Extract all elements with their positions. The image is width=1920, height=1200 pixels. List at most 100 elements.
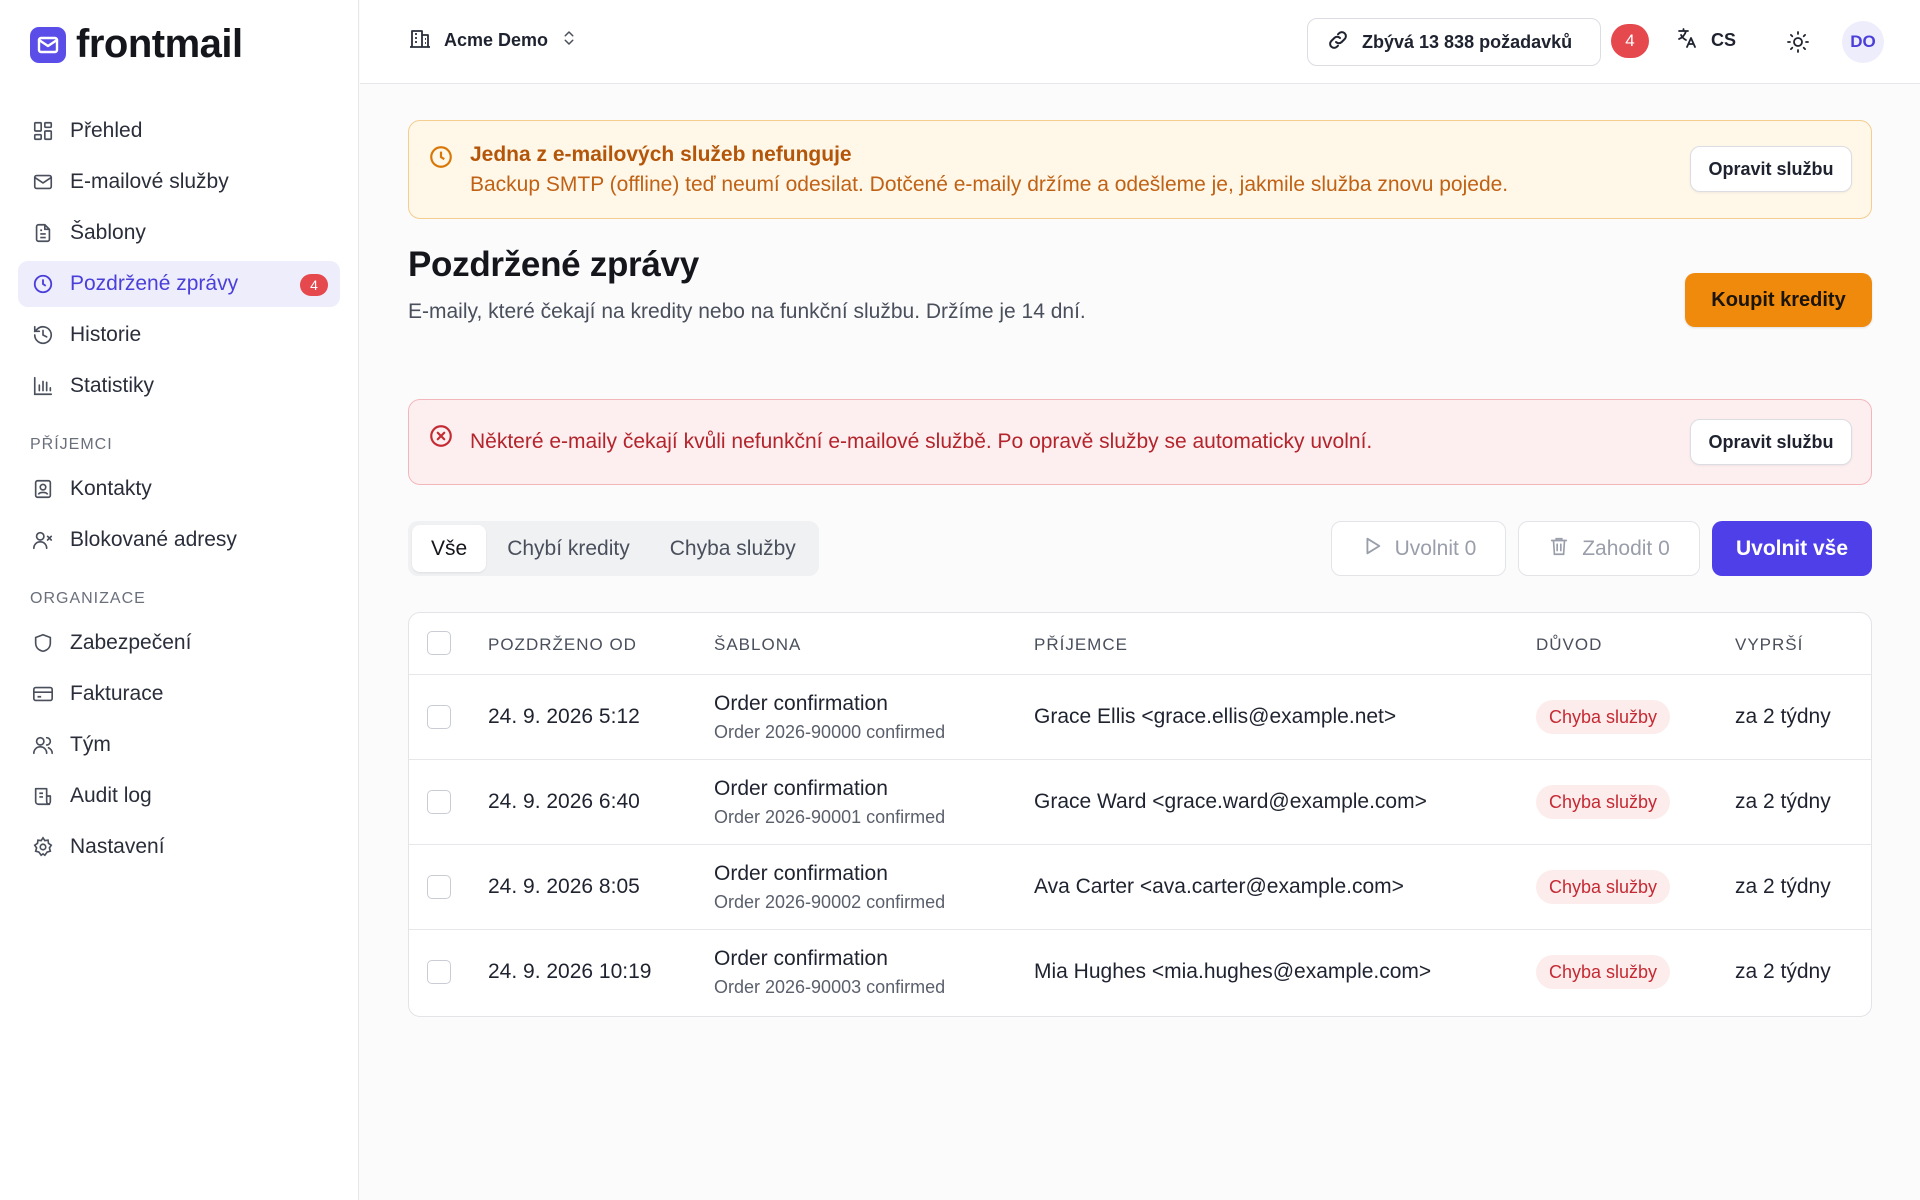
tab-missing-credits[interactable]: Chybí kredity: [488, 525, 649, 572]
link-icon: [1326, 28, 1350, 57]
sidebar-item-label: Kontakty: [70, 477, 152, 500]
table-header: POZDRŽENO OD ŠABLONA PŘÍJEMCE DŮVOD VYPR…: [409, 613, 1871, 675]
language-switcher[interactable]: CS: [1675, 26, 1736, 55]
fix-service-button-secondary[interactable]: Opravit službu: [1690, 419, 1852, 465]
bar-chart-icon: [30, 373, 56, 399]
recipient-cell: Ava Carter <ava.carter@example.com>: [1034, 875, 1404, 898]
organization-name: Acme Demo: [444, 30, 549, 50]
translate-icon: [1675, 26, 1699, 55]
held-messages-table: POZDRŽENO OD ŠABLONA PŘÍJEMCE DŮVOD VYPR…: [408, 612, 1872, 1017]
select-all-checkbox[interactable]: [427, 631, 451, 655]
sidebar-item-team[interactable]: Tým: [18, 722, 340, 768]
sidebar-item-label: Statistiky: [70, 374, 155, 397]
organization-switcher[interactable]: Acme Demo: [408, 26, 578, 55]
history-icon: [30, 322, 56, 348]
held-count-badge: 4: [300, 274, 328, 296]
table-row[interactable]: 24. 9. 2026 5:12 Order confirmation Orde…: [409, 675, 1871, 760]
held-since-cell: 24. 9. 2026 10:19: [488, 960, 652, 983]
logo-mail-icon: [30, 26, 66, 63]
service-warning-banner: Jedna z e-mailových služeb nefunguje Bac…: [408, 120, 1872, 219]
table-row[interactable]: 24. 9. 2026 6:40 Order confirmation Orde…: [409, 760, 1871, 845]
reason-badge: Chyba služby: [1536, 700, 1671, 734]
row-checkbox[interactable]: [427, 705, 451, 729]
filter-tabs: Vše Chybí kredity Chyba služby: [408, 521, 819, 576]
service-error-banner: Některé e-maily čekají kvůli nefunkční e…: [408, 399, 1872, 485]
table-row[interactable]: 24. 9. 2026 8:05 Order confirmation Orde…: [409, 845, 1871, 930]
user-avatar[interactable]: DO: [1842, 21, 1884, 63]
reason-badge: Chyba služby: [1536, 785, 1671, 819]
sidebar-item-label: Přehled: [70, 119, 143, 142]
release-selected-button[interactable]: Uvolnit 0: [1331, 521, 1506, 576]
warning-title: Jedna z e-mailových služeb nefunguje: [470, 143, 852, 166]
quota-label: Zbývá 13 838 požadavků: [1362, 31, 1573, 52]
template-name: Order confirmation: [714, 777, 888, 800]
recipient-cell: Mia Hughes <mia.hughes@example.com>: [1034, 960, 1432, 983]
sidebar-item-billing[interactable]: Fakturace: [18, 671, 340, 717]
sidebar-item-overview[interactable]: Přehled: [18, 108, 340, 154]
sidebar-item-contacts[interactable]: Kontakty: [18, 466, 340, 512]
column-recipient[interactable]: PŘÍJEMCE: [1034, 635, 1128, 655]
theme-toggle-sun-icon[interactable]: [1782, 26, 1814, 58]
error-circle-x-icon: [428, 423, 454, 454]
recipient-cell: Grace Ward <grace.ward@example.com>: [1034, 790, 1427, 813]
discard-label: Zahodit 0: [1582, 536, 1670, 560]
language-code: CS: [1711, 30, 1737, 50]
release-label: Uvolnit 0: [1394, 536, 1477, 560]
contact-icon: [30, 476, 56, 502]
grid-icon: [30, 118, 56, 144]
logo[interactable]: frontmail: [30, 22, 243, 67]
sidebar-item-history[interactable]: Historie: [18, 312, 340, 358]
sidebar-item-label: Blokované adresy: [70, 528, 237, 551]
user-block-icon: [30, 527, 56, 553]
building-icon: [408, 26, 432, 55]
expires-cell: za 2 týdny: [1735, 960, 1831, 983]
release-all-button[interactable]: Uvolnit vše: [1712, 521, 1872, 576]
sidebar-item-statistics[interactable]: Statistiky: [18, 363, 340, 409]
recipient-cell: Grace Ellis <grace.ellis@example.net>: [1034, 705, 1397, 728]
logo-text: frontmail: [76, 22, 243, 66]
document-icon: [30, 220, 56, 246]
discard-selected-button[interactable]: Zahodit 0: [1518, 521, 1700, 576]
sidebar-item-blocked-addresses[interactable]: Blokované adresy: [18, 517, 340, 563]
fix-service-button[interactable]: Opravit službu: [1690, 146, 1852, 192]
column-held-since[interactable]: POZDRŽENO OD: [488, 635, 637, 655]
gear-icon: [30, 834, 56, 860]
sidebar-item-email-services[interactable]: E-mailové služby: [18, 159, 340, 205]
row-checkbox[interactable]: [427, 875, 451, 899]
topbar: Acme Demo Zbývá 13 838 požadavků 4 CS DO: [360, 0, 1920, 84]
column-template[interactable]: ŠABLONA: [714, 635, 801, 655]
notification-badge[interactable]: 4: [1611, 24, 1649, 58]
buy-credits-button[interactable]: Koupit kredity: [1685, 273, 1872, 327]
clock-icon: [30, 271, 56, 297]
sidebar: frontmail Přehled E-mailové služby Šablo…: [0, 0, 359, 1200]
sidebar-item-label: Historie: [70, 323, 142, 346]
template-subject: Order 2026-90000 confirmed: [714, 722, 946, 742]
row-checkbox[interactable]: [427, 790, 451, 814]
sidebar-item-label: E-mailové služby: [70, 170, 229, 193]
template-name: Order confirmation: [714, 862, 888, 885]
column-reason[interactable]: DŮVOD: [1536, 635, 1602, 655]
team-icon: [30, 732, 56, 758]
sidebar-item-templates[interactable]: Šablony: [18, 210, 340, 256]
page-title: Pozdržené zprávy: [408, 245, 699, 284]
sidebar-item-held-messages[interactable]: Pozdržené zprávy 4: [18, 261, 340, 307]
sidebar-item-label: Fakturace: [70, 682, 164, 705]
sidebar-item-audit-log[interactable]: Audit log: [18, 773, 340, 819]
column-expires[interactable]: VYPRŠÍ: [1735, 635, 1803, 655]
reason-badge: Chyba služby: [1536, 955, 1671, 989]
template-subject: Order 2026-90001 confirmed: [714, 807, 946, 827]
held-since-cell: 24. 9. 2026 8:05: [488, 875, 640, 898]
held-since-cell: 24. 9. 2026 6:40: [488, 790, 640, 813]
sidebar-item-label: Tým: [70, 733, 111, 756]
reason-badge: Chyba služby: [1536, 870, 1671, 904]
template-name: Order confirmation: [714, 947, 888, 970]
tab-all[interactable]: Vše: [412, 525, 487, 572]
row-checkbox[interactable]: [427, 960, 451, 984]
tab-service-error[interactable]: Chyba služby: [651, 525, 815, 572]
expires-cell: za 2 týdny: [1735, 705, 1831, 728]
sidebar-item-security[interactable]: Zabezpečení: [18, 620, 340, 666]
quota-button[interactable]: Zbývá 13 838 požadavků: [1307, 18, 1601, 66]
table-row[interactable]: 24. 9. 2026 10:19 Order confirmation Ord…: [409, 930, 1871, 1015]
template-name: Order confirmation: [714, 692, 888, 715]
sidebar-item-settings[interactable]: Nastavení: [18, 824, 340, 870]
